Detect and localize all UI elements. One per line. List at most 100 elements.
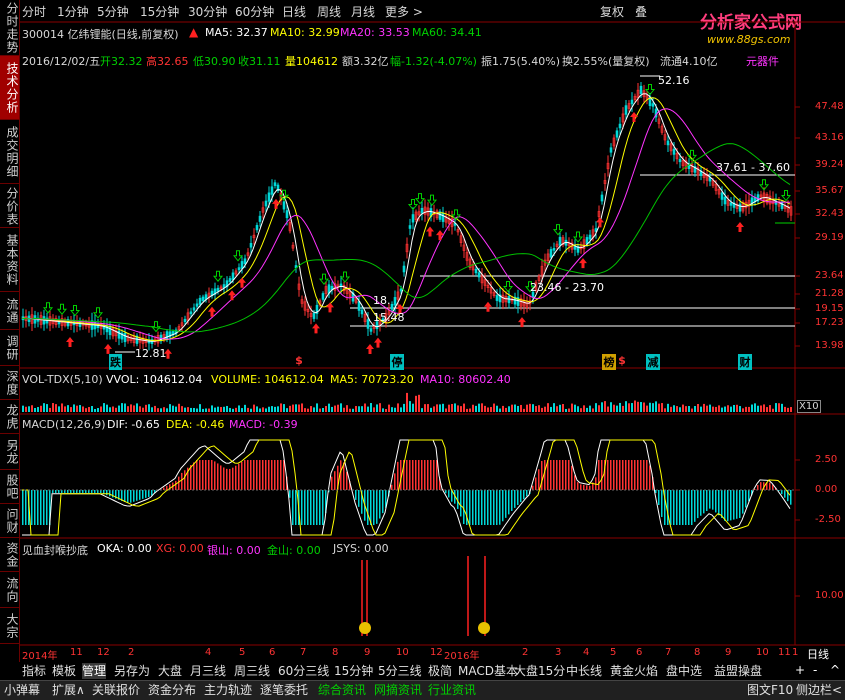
macd-bar [313, 490, 315, 525]
volume-bar [58, 406, 60, 412]
candle-body [558, 236, 562, 246]
indicator-tab-13[interactable]: 中长线 [566, 663, 602, 679]
indicator-tab-16[interactable]: 益盟操盘 [714, 663, 762, 679]
event-marker-1[interactable]: $ [295, 354, 303, 367]
sidebar-toggle-button[interactable]: 侧边栏< [796, 682, 842, 698]
macd-bar [277, 460, 279, 490]
volume-bar [529, 403, 531, 412]
macd-bar [586, 485, 588, 490]
indicator-tab-8[interactable]: 15分钟 [334, 663, 373, 679]
event-marker-5[interactable]: 减 [646, 354, 660, 370]
footer-tab-7[interactable]: 网摘资讯 [374, 682, 422, 698]
sell-signal-arrow [426, 194, 438, 206]
volume-bar [766, 407, 768, 412]
candle-body [402, 265, 406, 273]
volume-bar [379, 403, 381, 412]
volume-bar [154, 405, 156, 412]
indicator-tab-15[interactable]: 盘中选 [666, 663, 702, 679]
zoom-out-button[interactable]: - [813, 663, 817, 677]
volume-bar [667, 403, 669, 412]
macd-bar [334, 471, 336, 490]
footer-tab-6[interactable]: 综合资讯 [318, 682, 366, 698]
f10-button[interactable]: 图文F10 [747, 682, 793, 698]
indicator-tab-11[interactable]: MACD基本 [458, 663, 518, 679]
volume-bar [91, 406, 93, 412]
custom-gold: 金山: 0.00 [267, 544, 321, 557]
indicator-tab-9[interactable]: 5分三线 [378, 663, 422, 679]
time-mode[interactable]: 日线 [807, 646, 829, 662]
candle-body [183, 318, 187, 323]
zoom-in-button[interactable]: + [795, 663, 805, 677]
macd-bar [712, 490, 714, 510]
macd-bar [391, 484, 393, 490]
volume-bar [85, 408, 87, 412]
custom-xg: XG: 0.00 [156, 542, 204, 555]
volume-bar [259, 408, 261, 412]
macd-bar [244, 460, 246, 490]
sell-signal-arrow [780, 190, 792, 202]
volume-bar [526, 404, 528, 412]
volume-bar [115, 407, 117, 412]
volume-bar [769, 405, 771, 412]
footer-tab-4[interactable]: 主力轨迹 [204, 682, 252, 698]
volume-bar [517, 405, 519, 412]
volume-bar [307, 408, 309, 412]
macd-bar [541, 461, 543, 490]
indicator-tab-4[interactable]: 大盘 [158, 663, 182, 679]
event-marker-6[interactable]: 财 [738, 354, 752, 370]
event-marker-2[interactable]: 停 [390, 354, 404, 370]
macd-bar [145, 490, 147, 498]
footer-tab-0[interactable]: 小弹幕 [4, 682, 40, 698]
footer-tab-8[interactable]: 行业资讯 [428, 682, 476, 698]
volume-bar [49, 407, 51, 412]
indicator-tab-1[interactable]: 模板 [52, 663, 76, 679]
candle-body [630, 99, 634, 105]
custom-silver: 银山: 0.00 [207, 544, 261, 557]
indicator-tab-3[interactable]: 另存为 [114, 663, 150, 679]
macd-bar [256, 460, 258, 490]
volume-bar [205, 408, 207, 412]
macd-bar [22, 490, 24, 525]
volume-bar [487, 407, 489, 412]
macd-bar [670, 490, 672, 525]
indicator-tab-5[interactable]: 月三线 [190, 663, 226, 679]
macd-indicator-name[interactable]: MACD(12,26,9) [22, 418, 106, 431]
volume-bar [613, 404, 615, 412]
macd-bar [220, 465, 222, 490]
indicator-tab-0[interactable]: 指标 [22, 663, 46, 679]
macd-bar [259, 460, 261, 490]
volume-bar [415, 395, 417, 412]
indicator-tab-10[interactable]: 极简 [428, 663, 452, 679]
event-marker-3[interactable]: 榜 [602, 354, 616, 370]
time-tick-20: 9 [725, 647, 732, 658]
indicator-tab-14[interactable]: 黄金火焰 [610, 663, 658, 679]
macd-bar [418, 460, 420, 490]
volume-bar [271, 406, 273, 412]
scroll-up-button[interactable]: ^ [830, 663, 840, 677]
indicator-tab-12[interactable]: 大盘15分 [514, 663, 565, 679]
footer-tab-1[interactable]: 扩展∧ [52, 682, 85, 698]
candle-body [609, 147, 613, 153]
volume-bar [631, 403, 633, 412]
ma-line-2 [21, 108, 790, 340]
vol-indicator-name[interactable]: VOL-TDX(5,10) [22, 373, 103, 386]
mid-label-1: 18. [373, 294, 391, 307]
macd-bar [247, 460, 249, 490]
candle-body [723, 196, 727, 205]
macd-bar [316, 490, 318, 525]
macd-bar [718, 490, 720, 516]
candle-body [639, 85, 643, 95]
event-marker-4[interactable]: $ [618, 354, 626, 367]
event-marker-0[interactable]: 跌 [109, 354, 122, 370]
volume-bar [166, 408, 168, 412]
price-tick-2: 39.24 [815, 159, 844, 170]
indicator-tab-7[interactable]: 60分三线 [278, 663, 329, 679]
footer-tab-2[interactable]: 关联报价 [92, 682, 140, 698]
indicator-tab-2[interactable]: 管理 [82, 663, 107, 679]
volume-bar [217, 406, 219, 412]
footer-tab-3[interactable]: 资金分布 [148, 682, 196, 698]
indicator-tab-6[interactable]: 周三线 [234, 663, 270, 679]
footer-tab-5[interactable]: 逐笔委托 [260, 682, 308, 698]
macd-bar [196, 460, 198, 490]
custom-indicator-name[interactable]: 见血封喉抄底 [22, 542, 88, 558]
